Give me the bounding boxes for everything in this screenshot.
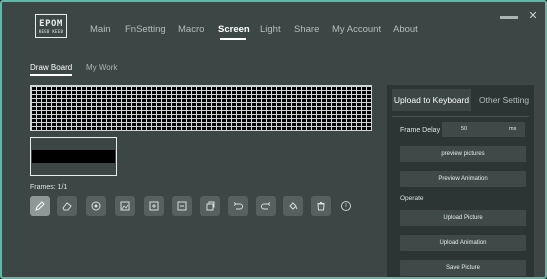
pencil-tool-button[interactable] (30, 196, 50, 216)
copy-frame-icon (206, 201, 215, 211)
preview-pictures-button[interactable]: preview pictures (400, 146, 526, 162)
nav-main[interactable]: Main (90, 24, 111, 35)
frame-delay-unit: ms (509, 126, 517, 132)
frames-counter: Frames: 1/1 (30, 184, 68, 191)
minimize-button[interactable] (500, 16, 518, 19)
nav-active-underline (220, 38, 246, 40)
undo-icon (233, 202, 243, 210)
nav-about[interactable]: About (393, 24, 418, 35)
logo-subtext: KEEB KEEB (38, 28, 64, 34)
operate-label: Operate (400, 195, 424, 202)
upload-panel: Upload to Keyboard Other Setting Frame D… (387, 85, 534, 277)
import-image-button[interactable] (115, 196, 135, 216)
upload-picture-button[interactable]: Upload Picture (400, 210, 526, 226)
tab-draw-board[interactable]: Draw Board (30, 63, 72, 72)
frame-delay-input[interactable]: 50 ms (442, 122, 525, 137)
subtab-active-underline (30, 74, 72, 76)
epomaker-logo: EPOM KEEB KEEB (35, 14, 67, 38)
save-picture-button[interactable]: Save Picture (400, 260, 526, 276)
info-icon[interactable]: i (341, 201, 351, 211)
nav-fnsetting[interactable]: FnSetting (125, 24, 166, 35)
preview-animation-button[interactable]: Preview Animation (400, 171, 526, 187)
redo-button[interactable] (256, 196, 276, 216)
top-bar: EPOM KEEB KEEB Main FnSetting Macro Scre… (2, 2, 545, 46)
panel-divider (392, 116, 529, 117)
redo-icon (261, 202, 271, 210)
add-frame-icon (149, 201, 159, 211)
tab-my-work[interactable]: My Work (86, 63, 117, 72)
eraser-tool-button[interactable] (57, 196, 77, 216)
nav-share[interactable]: Share (294, 24, 319, 35)
remove-frame-button[interactable] (172, 196, 192, 216)
upload-animation-button[interactable]: Upload Animation (400, 235, 526, 251)
nav-light[interactable]: Light (260, 24, 281, 35)
tab-upload-to-keyboard[interactable]: Upload to Keyboard (392, 89, 471, 111)
nav-my-account[interactable]: My Account (332, 24, 381, 35)
pencil-icon (35, 201, 45, 211)
close-button[interactable]: ✕ (528, 11, 538, 22)
frame-preview (32, 150, 115, 163)
import-image-icon (120, 201, 130, 211)
trash-icon (317, 202, 325, 211)
fill-bucket-icon (289, 202, 298, 210)
tab-other-setting[interactable]: Other Setting (479, 89, 534, 111)
app-window: EPOM KEEB KEEB Main FnSetting Macro Scre… (0, 0, 547, 279)
undo-button[interactable] (228, 196, 248, 216)
fill-bucket-button[interactable] (283, 196, 303, 216)
add-frame-button[interactable] (144, 196, 164, 216)
pixel-draw-grid[interactable] (30, 85, 372, 131)
circle-fill-icon (91, 201, 101, 211)
delete-button[interactable] (311, 196, 331, 216)
nav-screen[interactable]: Screen (218, 24, 250, 35)
logo-text: EPOM (39, 18, 63, 29)
remove-frame-icon (177, 201, 187, 211)
frame-thumbnail[interactable] (30, 137, 117, 176)
fill-circle-tool-button[interactable] (86, 196, 106, 216)
eraser-icon (62, 202, 72, 211)
frame-delay-label: Frame Delay (400, 127, 441, 134)
nav-macro[interactable]: Macro (178, 24, 204, 35)
frame-delay-value: 50 (461, 126, 468, 132)
copy-frame-button[interactable] (200, 196, 220, 216)
